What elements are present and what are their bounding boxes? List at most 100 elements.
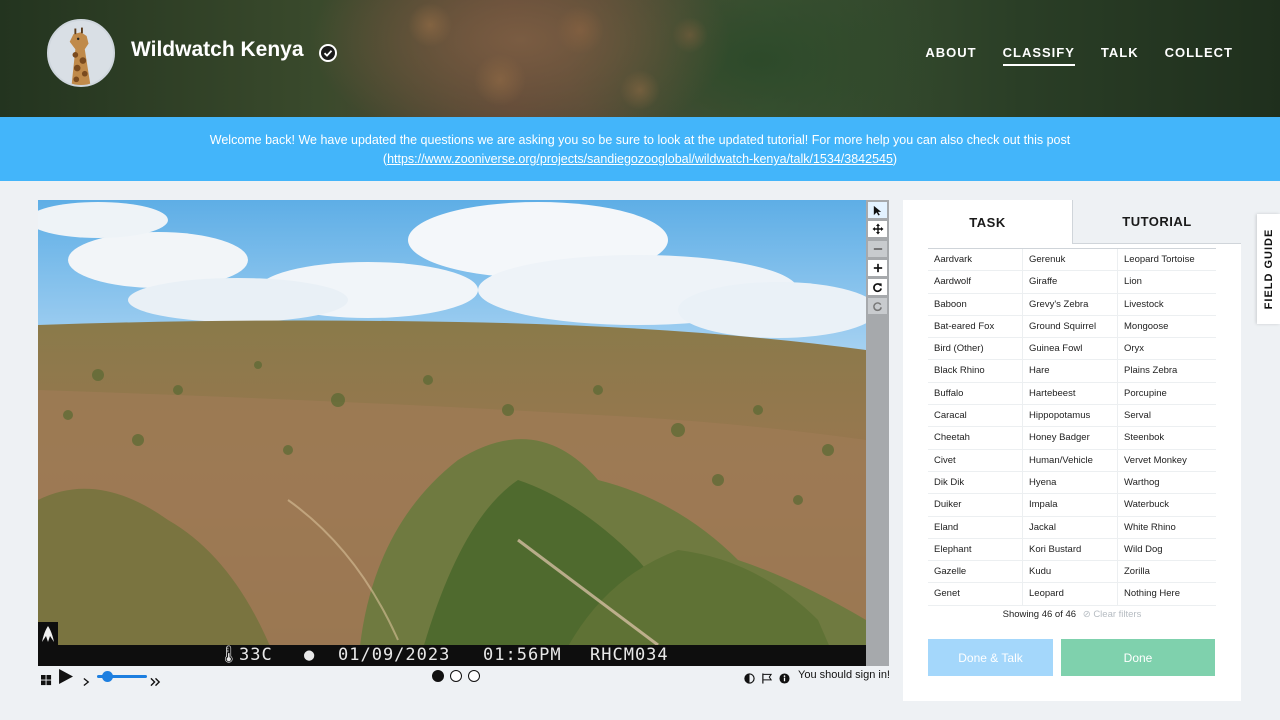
species-option[interactable]: Mongoose [1118, 316, 1216, 339]
species-option[interactable]: Aardvark [928, 249, 1023, 272]
done-button[interactable]: Done [1061, 639, 1215, 676]
species-option[interactable]: Serval [1118, 405, 1216, 428]
species-option[interactable]: Duiker [928, 494, 1023, 517]
species-option[interactable]: Elephant [928, 538, 1023, 562]
species-option[interactable]: Livestock [1118, 294, 1216, 316]
species-option[interactable]: Genet [928, 583, 1023, 606]
species-option[interactable]: Porcupine [1118, 383, 1216, 406]
species-option[interactable]: Oryx [1118, 338, 1216, 361]
zoom-out-icon[interactable] [868, 241, 887, 257]
link-close-paren: ) [892, 152, 898, 166]
species-option[interactable]: Cheetah [928, 427, 1023, 450]
species-option[interactable]: Hippopotamus [1023, 405, 1118, 428]
species-option[interactable]: Bat-eared Fox [928, 315, 1023, 339]
reset-icon[interactable] [868, 298, 887, 314]
info-icon[interactable] [779, 669, 790, 688]
field-guide-label: FIELD GUIDE [1262, 228, 1275, 310]
species-option[interactable]: Waterbuck [1118, 494, 1216, 517]
announcement-text: Welcome back! We have updated the questi… [209, 133, 1071, 147]
species-option[interactable]: Wild Dog [1118, 539, 1216, 562]
filter-status: Showing 46 of 46 ⊘ Clear filters [903, 609, 1241, 620]
species-option[interactable]: Kori Bustard [1023, 538, 1118, 562]
done-and-talk-button[interactable]: Done & Talk [928, 639, 1053, 676]
announcement-link[interactable]: https://www.zooniverse.org/projects/sand… [387, 152, 893, 166]
nav-collect[interactable]: COLLECT [1165, 45, 1233, 66]
species-option[interactable]: Gazelle [928, 561, 1023, 584]
species-option[interactable]: Grevy's Zebra [1023, 293, 1118, 316]
species-option[interactable]: Kudu [1023, 561, 1118, 584]
species-option[interactable]: Jackal [1023, 516, 1118, 539]
species-option[interactable]: Hare [1023, 360, 1118, 383]
zoom-in-icon[interactable] [868, 260, 887, 276]
species-option[interactable]: Lion [1118, 271, 1216, 294]
rotate-icon[interactable] [868, 279, 887, 295]
species-option[interactable]: Impala [1023, 494, 1118, 517]
subject-controls: You should sign in! [38, 668, 890, 688]
grid-view-icon[interactable] [41, 671, 52, 690]
giraffe-avatar-icon [49, 21, 113, 85]
species-option[interactable]: Civet [928, 449, 1023, 472]
species-option[interactable]: Leopard [1023, 583, 1118, 606]
clear-icon: ⊘ [1082, 609, 1091, 620]
species-option[interactable]: Human/Vehicle [1023, 449, 1118, 472]
frame-dot-3[interactable] [468, 670, 480, 682]
species-option[interactable]: Guinea Fowl [1023, 338, 1118, 361]
verified-badge-icon [319, 44, 337, 62]
moon-phase-icon: ● [304, 645, 316, 665]
camera-info-bar: 🌡 33C ● 01/09/2023 01:56PM RHCM034 [38, 645, 866, 666]
species-option[interactable]: Ground Squirrel [1023, 315, 1118, 339]
species-option[interactable]: Eland [928, 516, 1023, 539]
nav-classify[interactable]: CLASSIFY [1002, 45, 1075, 66]
species-option[interactable]: Plains Zebra [1118, 360, 1216, 383]
species-option[interactable]: Giraffe [1023, 271, 1118, 294]
frame-pager [432, 670, 480, 682]
species-option[interactable]: Hyena [1023, 471, 1118, 495]
slow-speed-icon [83, 672, 90, 691]
nav-talk[interactable]: TALK [1101, 45, 1139, 66]
tab-tutorial[interactable]: TUTORIAL [1072, 200, 1241, 244]
species-option[interactable]: Bird (Other) [928, 338, 1023, 361]
species-option[interactable]: White Rhino [1118, 517, 1216, 539]
field-guide-tab[interactable]: FIELD GUIDE [1257, 214, 1280, 324]
project-nav: ABOUT CLASSIFY TALK COLLECT [925, 45, 1233, 66]
species-option[interactable]: Hartebeest [1023, 382, 1118, 406]
thermometer-icon: 🌡 [218, 645, 241, 665]
frame-dot-2[interactable] [450, 670, 462, 682]
species-option[interactable]: Nothing Here [1118, 583, 1216, 606]
species-option[interactable]: Vervet Monkey [1118, 450, 1216, 472]
image-toolbar [866, 200, 889, 666]
species-option[interactable]: Black Rhino [928, 360, 1023, 383]
nav-about[interactable]: ABOUT [925, 45, 976, 66]
subject-image[interactable]: 🌡 33C ● 01/09/2023 01:56PM RHCM034 [38, 200, 866, 666]
species-option[interactable]: Buffalo [928, 382, 1023, 406]
species-option[interactable]: Caracal [928, 405, 1023, 428]
move-icon[interactable] [868, 221, 887, 237]
species-option[interactable]: Dik Dik [928, 471, 1023, 495]
subject-meta-actions [744, 669, 790, 688]
species-option[interactable]: Gerenuk [1023, 249, 1118, 272]
task-tabs: TASK TUTORIAL [903, 200, 1241, 244]
species-option[interactable]: Steenbok [1118, 427, 1216, 450]
species-option[interactable]: Aardwolf [928, 271, 1023, 294]
clear-filters-label: Clear filters [1093, 609, 1142, 620]
sign-in-prompt[interactable]: You should sign in! [798, 669, 890, 681]
species-option[interactable]: Leopard Tortoise [1118, 249, 1216, 272]
species-option[interactable]: Honey Badger [1023, 427, 1118, 450]
frame-dot-1[interactable] [432, 670, 444, 682]
task-panel: TASK TUTORIAL Aardvark Gerenuk Leopard Tor… [903, 200, 1241, 701]
slider-thumb[interactable] [102, 671, 113, 682]
pointer-icon[interactable] [868, 202, 887, 218]
tab-task[interactable]: TASK [903, 200, 1072, 244]
invert-icon[interactable] [744, 669, 755, 688]
clear-filters-button[interactable]: ⊘ Clear filters [1083, 609, 1142, 620]
project-avatar[interactable] [47, 19, 115, 87]
flag-icon[interactable] [761, 669, 773, 688]
project-title[interactable]: Wildwatch Kenya [131, 38, 304, 62]
camera-id-readout: RHCM034 [590, 645, 669, 665]
species-list: Aardvark Gerenuk Leopard Tortoise Aardwolf G… [928, 248, 1216, 606]
species-option[interactable]: Warthog [1118, 472, 1216, 495]
species-option[interactable]: Zorilla [1118, 561, 1216, 584]
play-icon[interactable] [58, 669, 73, 688]
species-option[interactable]: Baboon [928, 293, 1023, 316]
announcement-banner: Welcome back! We have updated the questi… [0, 117, 1280, 181]
